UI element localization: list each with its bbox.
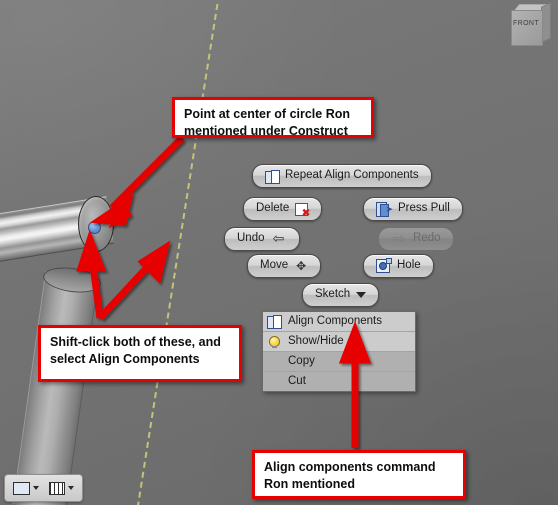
button-delete[interactable]: Delete ✖ — [243, 197, 323, 221]
button-label: Press Pull — [398, 202, 450, 215]
button-label: Repeat Align Components — [285, 169, 419, 182]
copy-icon-slot — [267, 355, 282, 369]
button-label: Move — [260, 259, 289, 272]
menu-item-show-hide[interactable]: Show/Hide — [263, 332, 415, 352]
undo-arrow-icon: ⇦ — [272, 230, 285, 246]
menu-item-copy[interactable]: Copy — [263, 352, 415, 372]
menu-item-label: Align Components — [288, 314, 382, 327]
redo-arrow-icon: ⇨ — [393, 230, 405, 246]
context-menu[interactable]: Align Components Show/Hide Copy Cut — [262, 311, 416, 392]
callout-align-command: Align components command Ron mentioned — [252, 450, 466, 499]
hole-icon — [376, 258, 392, 273]
arrow-to-vertical-tube — [97, 259, 155, 321]
menu-item-cut[interactable]: Cut — [263, 372, 415, 391]
display-style-icon — [13, 481, 30, 495]
vertical-tube-body[interactable] — [12, 271, 99, 505]
button-label: Hole — [397, 259, 421, 272]
grid-settings-button[interactable] — [49, 481, 74, 495]
button-press-pull[interactable]: ➤ Press Pull — [363, 197, 463, 221]
button-undo[interactable]: Undo ⇦ — [224, 227, 300, 251]
button-label: Sketch — [315, 288, 351, 301]
arrow-to-center-point — [109, 135, 185, 211]
button-move[interactable]: Move ✥ — [247, 254, 322, 278]
construction-axis-line — [136, 0, 220, 505]
display-style-button[interactable] — [13, 481, 39, 495]
move-icon: ✥ — [296, 258, 307, 273]
cut-icon-slot — [267, 375, 282, 389]
callout-shift-click: Shift-click both of these, and select Al… — [38, 325, 242, 382]
menu-item-label: Copy — [288, 354, 315, 367]
button-label: Delete — [256, 202, 290, 215]
view-cube-front-face[interactable] — [511, 10, 543, 46]
chevron-down-icon[interactable] — [68, 486, 74, 490]
menu-item-label: Show/Hide — [288, 334, 344, 347]
button-sketch[interactable]: Sketch — [302, 283, 380, 307]
menu-item-label: Cut — [288, 374, 306, 387]
view-cube-label: FRONT — [512, 20, 540, 27]
delete-icon: ✖ — [295, 202, 310, 218]
circle-center-point[interactable] — [88, 221, 101, 234]
grid-icon — [49, 481, 65, 495]
button-redo: ⇨ Redo — [378, 227, 454, 251]
status-bar[interactable] — [4, 474, 83, 502]
button-label: Redo — [413, 232, 441, 245]
chevron-down-icon — [356, 292, 367, 298]
chevron-down-icon[interactable] — [33, 486, 39, 490]
callout-point-at-center: Point at center of circle Ron mentioned … — [172, 97, 374, 138]
cad-viewport: FRONT Repeat Align Components Delete ✖ ➤… — [0, 0, 558, 505]
button-repeat-align-components[interactable]: Repeat Align Components — [252, 164, 432, 188]
button-hole[interactable]: Hole — [363, 254, 434, 278]
menu-item-align-components[interactable]: Align Components — [263, 312, 415, 332]
view-cube[interactable]: FRONT — [505, 2, 553, 50]
align-components-icon — [265, 169, 280, 184]
align-components-icon — [267, 314, 282, 329]
annotation-arrows — [76, 135, 372, 448]
press-pull-icon: ➤ — [376, 202, 393, 217]
button-label: Undo — [237, 232, 265, 245]
lightbulb-icon — [267, 335, 282, 349]
